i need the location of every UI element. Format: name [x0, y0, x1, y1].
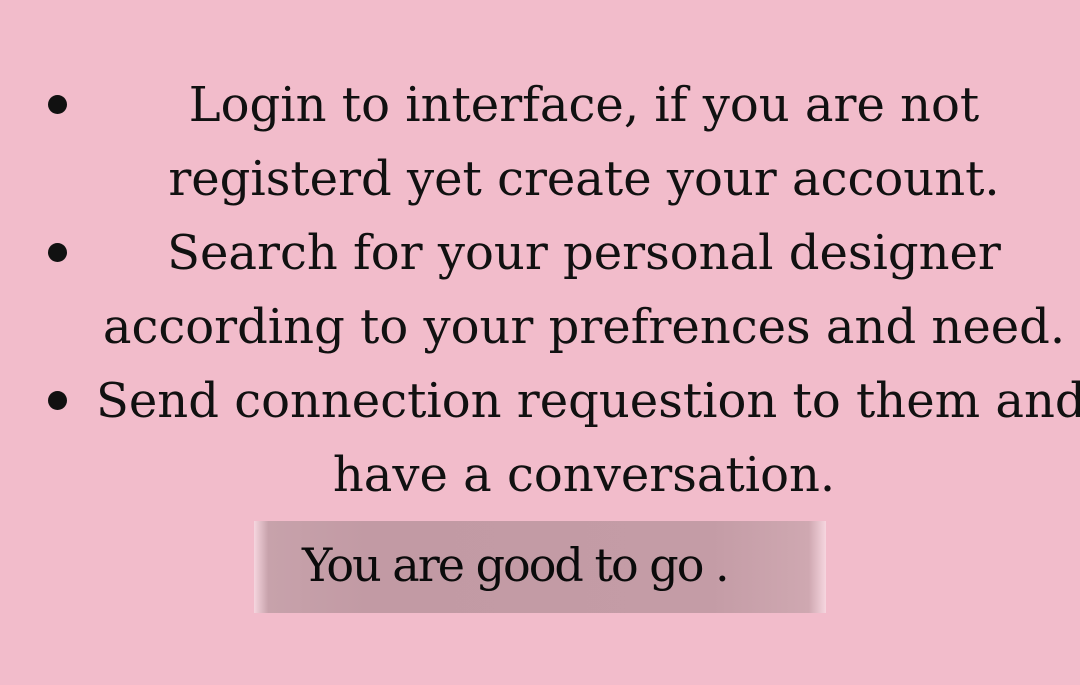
- step-search-line-1: Search for your personal designer: [167, 225, 1001, 281]
- bullet-dot-icon: [48, 95, 67, 114]
- list-item-login: Login to interface, if you are not regis…: [0, 68, 1080, 216]
- list-item-search: Search for your personal designer accord…: [0, 216, 1080, 364]
- step-login-line-1: Login to interface, if you are not: [188, 77, 980, 133]
- step-connect-line-2: have a conversation.: [332, 447, 836, 503]
- good-to-go-label: You are good to go .: [302, 538, 730, 592]
- bullet-dot-icon: [48, 391, 67, 410]
- steps-list: Login to interface, if you are not regis…: [0, 68, 1080, 512]
- good-to-go-button[interactable]: You are good to go .: [254, 521, 826, 613]
- step-login-line-2: registerd yet create your account.: [168, 151, 1000, 207]
- bullet-dot-icon: [48, 243, 67, 262]
- step-connect-line-1: Send connection requestion to them and: [96, 373, 1080, 429]
- step-search-line-2: according to your prefrences and need.: [102, 299, 1066, 355]
- list-item-connect: Send connection requestion to them and h…: [0, 364, 1080, 512]
